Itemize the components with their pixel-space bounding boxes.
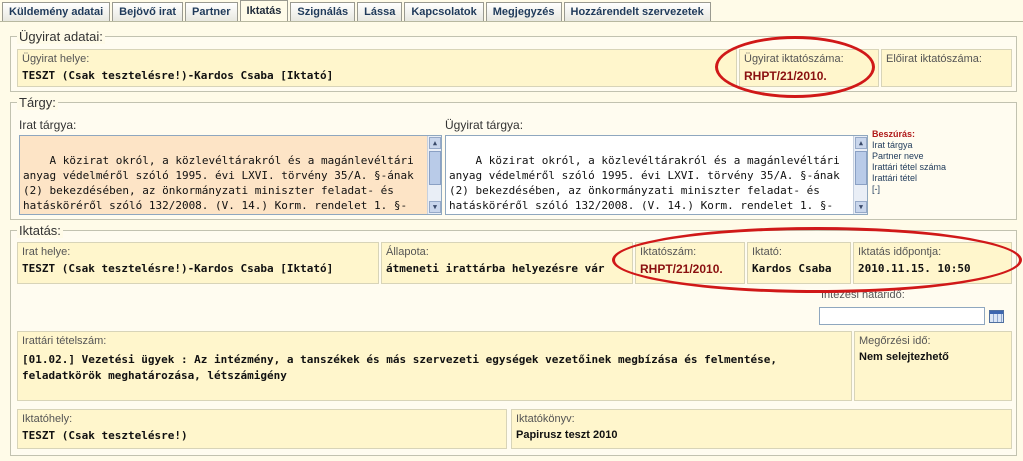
ugyirat-adatai-group: Ügyirat adatai: Ügyirat helye: TESZT (Cs… (10, 29, 1017, 92)
iktatas-idopontja-cell: Iktatás időpontja: 2010.11.15. 10:50 (853, 242, 1012, 284)
scroll-up-icon[interactable]: ▲ (429, 137, 441, 149)
megorzesi-ido-value: Nem selejtezhető (859, 351, 949, 363)
tab-bejovo-irat[interactable]: Bejövő irat (112, 2, 183, 21)
irat-targya-textarea[interactable]: A közirat okról, a közlevéltárakról és a… (19, 135, 442, 215)
ugyirat-helye-label: Ügyirat helye: (22, 53, 90, 65)
intezesi-hatarido-input[interactable] (819, 307, 985, 325)
irat-helye-label: Irat helye: (22, 246, 71, 258)
ugyirat-adatai-legend: Ügyirat adatai: (17, 29, 105, 44)
ugyirat-iktatoszam-value: RHPT/21/2010. (744, 69, 827, 83)
ugyirat-helye-value: TESZT (Csak tesztelésre!)-Kardos Csaba [… (22, 69, 334, 82)
iktatohely-cell: Iktatóhely: TESZT (Csak tesztelésre!) (17, 409, 507, 449)
ugyirat-iktatoszam-label: Ügyirat iktatószáma: (744, 53, 844, 65)
iktato-label: Iktató: (752, 246, 782, 258)
beszuras-collapse-link[interactable]: [-] (872, 184, 946, 195)
targy-legend: Tárgy: (17, 95, 58, 110)
iktato-value: Kardos Csaba (752, 262, 832, 275)
tab-iktatas[interactable]: Iktatás (239, 0, 289, 21)
iktato-cell: Iktató: Kardos Csaba (747, 242, 851, 284)
eloirat-iktatoszam-cell: Előirat iktatószáma: (881, 49, 1012, 87)
iktatoszam-value: RHPT/21/2010. (640, 262, 723, 276)
iktatokonyv-value: Papirusz teszt 2010 (516, 429, 618, 441)
irat-targya-label: Irat tárgya: (19, 118, 77, 132)
iktatas-idopontja-label: Iktatás időpontja: (858, 246, 942, 258)
ugyirat-targya-scrollbar[interactable]: ▲ ▼ (853, 136, 867, 214)
iktatoszam-label: Iktatószám: (640, 246, 697, 258)
tab-hozzarendelt-szervezetek[interactable]: Hozzárendelt szervezetek (563, 2, 711, 21)
ugyirat-targya-textarea[interactable]: A közirat okról, a közlevéltárakról és a… (445, 135, 868, 215)
tab-lassa[interactable]: Lássa (357, 2, 403, 21)
allapota-value: átmeneti irattárba helyezésre vár (386, 262, 605, 275)
irat-helye-value: TESZT (Csak tesztelésre!)-Kardos Csaba [… (22, 262, 334, 275)
tab-szignalas[interactable]: Szignálás (290, 2, 356, 21)
scroll-down-icon[interactable]: ▼ (429, 201, 441, 213)
iktatokonyv-label: Iktatókönyv: (516, 413, 575, 425)
tab-kuldemeny-adatai[interactable]: Küldemény adatai (2, 2, 111, 21)
ugyirat-helye-cell: Ügyirat helye: TESZT (Csak tesztelésre!)… (17, 49, 737, 87)
beszuras-irat-targya-link[interactable]: Irat tárgya (872, 140, 946, 151)
tab-kapcsolatok[interactable]: Kapcsolatok (404, 2, 484, 21)
iktatas-group: Iktatás: Irat helye: TESZT (Csak tesztel… (10, 223, 1017, 456)
targy-group: Tárgy: Irat tárgya: A közirat okról, a k… (10, 95, 1017, 220)
ugyirat-iktatoszam-cell: Ügyirat iktatószáma: RHPT/21/2010. (739, 49, 879, 87)
scroll-up-icon[interactable]: ▲ (855, 137, 867, 149)
beszuras-partner-neve-link[interactable]: Partner neve (872, 151, 946, 162)
ugyirat-targya-label: Ügyirat tárgya: (445, 118, 524, 132)
beszuras-panel: Beszúrás: Irat tárgya Partner neve Iratt… (872, 129, 946, 195)
iktatas-legend: Iktatás: (17, 223, 63, 238)
iktatohely-value: TESZT (Csak tesztelésre!) (22, 429, 188, 442)
megorzesi-ido-label: Megőrzési idő: (859, 335, 931, 347)
iktatoszam-cell: Iktatószám: RHPT/21/2010. (635, 242, 745, 284)
allapota-cell: Állapota: átmeneti irattárba helyezésre … (381, 242, 633, 284)
tab-partner[interactable]: Partner (185, 2, 238, 21)
scroll-down-icon[interactable]: ▼ (855, 201, 867, 213)
megorzesi-ido-cell: Megőrzési idő: Nem selejtezhető (854, 331, 1012, 401)
scroll-thumb[interactable] (855, 151, 867, 185)
irat-targya-scrollbar[interactable]: ▲ ▼ (427, 136, 441, 214)
irat-helye-cell: Irat helye: TESZT (Csak tesztelésre!)-Ka… (17, 242, 379, 284)
beszuras-irattari-tetel-szama-link[interactable]: Irattári tétel száma (872, 162, 946, 173)
ugyirat-targya-text: A közirat okról, a közlevéltárakról és a… (449, 154, 840, 212)
irattari-tetelszam-cell: Irattári tételszám: [01.02.] Vezetési üg… (17, 331, 852, 401)
iktatohely-label: Iktatóhely: (22, 413, 73, 425)
irat-targya-text: A közirat okról, a közlevéltárakról és a… (23, 154, 414, 212)
irattari-tetelszam-value: [01.02.] Vezetési ügyek : Az intézmény, … (22, 353, 777, 382)
iktatokonyv-cell: Iktatókönyv: Papirusz teszt 2010 (511, 409, 1012, 449)
iktatas-idopontja-value: 2010.11.15. 10:50 (858, 262, 971, 275)
irattari-tetelszam-label: Irattári tételszám: (22, 335, 107, 347)
intezesi-hatarido-label: Intézési határidő: (821, 289, 905, 301)
beszuras-title: Beszúrás: (872, 129, 916, 139)
allapota-label: Állapota: (386, 246, 429, 258)
tab-megjegyzes[interactable]: Megjegyzés (485, 2, 562, 21)
eloirat-iktatoszam-label: Előirat iktatószáma: (886, 53, 982, 65)
scroll-thumb[interactable] (429, 151, 441, 185)
tab-bar: Küldemény adatai Bejövő irat Partner Ikt… (0, 0, 1023, 22)
calendar-icon[interactable] (989, 310, 1004, 323)
beszuras-irattari-tetel-link[interactable]: Irattári tétel (872, 173, 946, 184)
